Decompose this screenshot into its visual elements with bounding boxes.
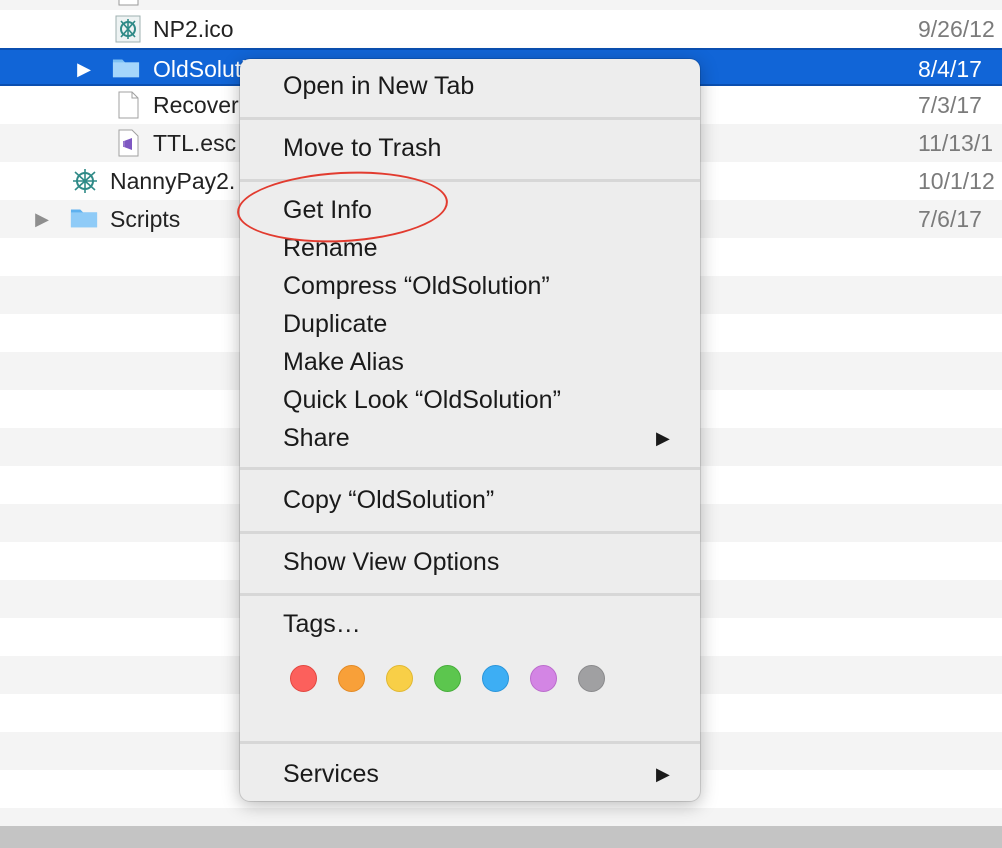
file-name: TTL.esc: [153, 130, 237, 156]
menu-separator: [240, 467, 700, 470]
menu-separator: [240, 117, 700, 120]
visual-studio-file-icon: [118, 129, 139, 157]
menu-item-open-in-new-tab[interactable]: Open in New Tab: [283, 67, 474, 105]
menu-separator: [240, 593, 700, 596]
menu-item-compress[interactable]: Compress “OldSolution”: [283, 267, 550, 305]
file-date: 10/1/12: [918, 168, 995, 194]
tag-red-icon[interactable]: [290, 665, 317, 692]
file-name: NP2.ico: [153, 16, 234, 42]
menu-item-move-to-trash[interactable]: Move to Trash: [283, 129, 441, 167]
file-name: NannyPay2.: [110, 168, 236, 194]
submenu-arrow-icon: ▶: [656, 428, 670, 448]
menu-separator: [240, 531, 700, 534]
folder-icon: [70, 209, 98, 228]
tag-blue-icon[interactable]: [482, 665, 509, 692]
tag-purple-icon[interactable]: [530, 665, 557, 692]
menu-item-tags[interactable]: Tags…: [283, 605, 361, 643]
menu-item-services[interactable]: Services: [283, 755, 379, 793]
menu-separator: [240, 741, 700, 744]
tag-yellow-icon[interactable]: [386, 665, 413, 692]
tag-green-icon[interactable]: [434, 665, 461, 692]
file-date: 7/3/17: [918, 92, 982, 118]
submenu-arrow-icon: ▶: [656, 764, 670, 784]
tag-gray-icon[interactable]: [578, 665, 605, 692]
menu-item-quick-look[interactable]: Quick Look “OldSolution”: [283, 381, 561, 419]
ico-file-icon: [115, 15, 141, 43]
file-date: 8/4/17: [918, 56, 982, 82]
context-menu: Open in New Tab Move to Trash Get Info R…: [240, 59, 700, 801]
disclosure-triangle-icon[interactable]: ▶: [32, 200, 52, 238]
disclosure-triangle-icon[interactable]: ▶: [74, 50, 94, 88]
menu-item-share[interactable]: Share: [283, 419, 350, 457]
file-date: 7/6/17: [918, 206, 982, 232]
app-icon: [73, 169, 97, 193]
menu-item-show-view-options[interactable]: Show View Options: [283, 543, 499, 581]
file-row[interactable]: NP2.ico 9/26/12: [0, 10, 1002, 48]
document-icon: [118, 0, 139, 6]
file-name: OldSoluti: [153, 56, 247, 82]
file-date: 11/13/1: [918, 130, 994, 156]
menu-item-duplicate[interactable]: Duplicate: [283, 305, 387, 343]
menu-item-make-alias[interactable]: Make Alias: [283, 343, 404, 381]
document-icon: [118, 91, 139, 119]
row-stripe: [0, 808, 1002, 826]
file-date: 9/26/12: [918, 16, 995, 42]
folder-icon: [112, 59, 140, 78]
file-name: Scripts: [110, 206, 181, 232]
tag-orange-icon[interactable]: [338, 665, 365, 692]
file-name: Recover: [153, 92, 239, 118]
horizontal-scrollbar[interactable]: [0, 826, 1002, 848]
menu-item-copy[interactable]: Copy “OldSolution”: [283, 481, 494, 519]
